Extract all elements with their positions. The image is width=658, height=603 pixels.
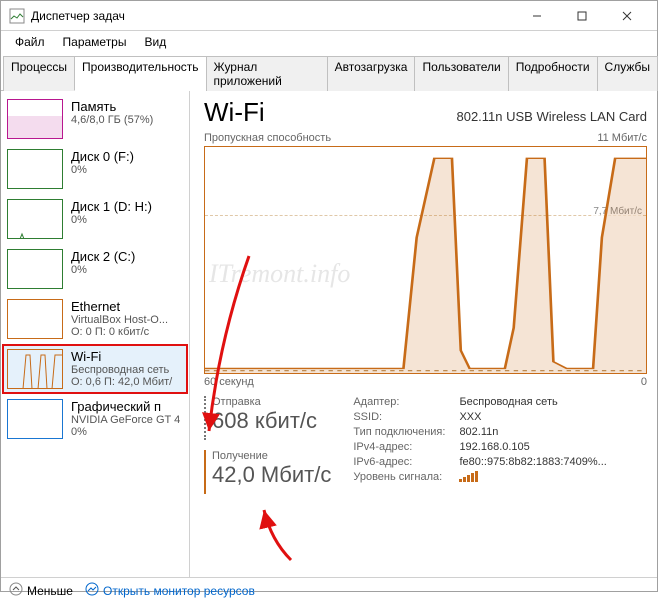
- menubar: Файл Параметры Вид: [1, 31, 657, 53]
- throughput-chart: 7,7 Мбит/с ITremont.info: [204, 146, 647, 374]
- maximize-button[interactable]: [559, 2, 604, 30]
- open-resource-monitor-link[interactable]: Открыть монитор ресурсов: [85, 582, 255, 599]
- tab-processes[interactable]: Процессы: [3, 56, 75, 91]
- tabs: Процессы Производительность Журнал прило…: [1, 55, 657, 91]
- stat-send: Отправка 608 кбит/с: [204, 396, 331, 440]
- fewer-details-button[interactable]: Меньше: [9, 582, 73, 599]
- menu-view[interactable]: Вид: [136, 33, 174, 51]
- tab-services[interactable]: Службы: [597, 56, 658, 91]
- app-icon: [9, 8, 25, 24]
- connection-info-grid: Адаптер:Беспроводная сеть SSID:XXX Тип п…: [353, 396, 607, 494]
- page-title: Wi-Fi: [204, 97, 265, 128]
- sidebar-item-wifi[interactable]: Wi-FiБеспроводная сетьО: 0,6 П: 42,0 Мби…: [3, 345, 187, 393]
- send-value: 608 кбит/с: [212, 408, 317, 434]
- tab-performance[interactable]: Производительность: [74, 56, 206, 91]
- menu-options[interactable]: Параметры: [55, 33, 135, 51]
- chart-label-max: 11 Мбит/с: [597, 132, 647, 144]
- mini-graph-wifi: [7, 349, 63, 389]
- sidebar-label: Память: [71, 99, 183, 114]
- tab-users[interactable]: Пользователи: [414, 56, 508, 91]
- monitor-icon: [85, 582, 99, 599]
- mini-graph-gpu: [7, 399, 63, 439]
- mini-graph-disk: [7, 249, 63, 289]
- sidebar-item-memory[interactable]: Память4,6/8,0 ГБ (57%): [3, 95, 187, 143]
- stat-receive: Получение 42,0 Мбит/с: [204, 450, 331, 494]
- chevron-up-icon: [9, 582, 23, 599]
- adapter-name: 802.11n USB Wireless LAN Card: [456, 109, 647, 124]
- sidebar-item-disk2[interactable]: Диск 2 (C:)0%: [3, 245, 187, 293]
- signal-strength-icon: [459, 471, 606, 485]
- send-marker: [204, 396, 206, 440]
- close-button[interactable]: [604, 2, 649, 30]
- main-panel: Wi-Fi 802.11n USB Wireless LAN Card Проп…: [190, 91, 657, 577]
- chart-label-throughput: Пропускная способность: [204, 132, 331, 144]
- sidebar-item-disk0[interactable]: Диск 0 (F:)0%: [3, 145, 187, 193]
- footer: Меньше Открыть монитор ресурсов: [1, 577, 657, 603]
- mini-graph-disk: [7, 149, 63, 189]
- mini-graph-disk: [7, 199, 63, 239]
- receive-marker: [204, 450, 206, 494]
- sidebar-item-ethernet[interactable]: EthernetVirtualBox Host-O...О: 0 П: 0 кб…: [3, 295, 187, 343]
- mini-graph-memory: [7, 99, 63, 139]
- tab-details[interactable]: Подробности: [508, 56, 598, 91]
- content: Память4,6/8,0 ГБ (57%) Диск 0 (F:)0% Дис…: [1, 91, 657, 577]
- chart-xaxis-left: 60 секунд: [204, 376, 254, 388]
- sidebar[interactable]: Память4,6/8,0 ГБ (57%) Диск 0 (F:)0% Дис…: [1, 91, 190, 577]
- menu-file[interactable]: Файл: [7, 33, 53, 51]
- window-title: Диспетчер задач: [31, 9, 514, 23]
- sidebar-item-disk1[interactable]: Диск 1 (D: H:)0%: [3, 195, 187, 243]
- mini-graph-ethernet: [7, 299, 63, 339]
- chart-xaxis-right: 0: [641, 376, 647, 388]
- tab-app-history[interactable]: Журнал приложений: [206, 56, 328, 91]
- tab-startup[interactable]: Автозагрузка: [327, 56, 416, 91]
- chart-svg: [205, 147, 646, 373]
- titlebar: Диспетчер задач: [1, 1, 657, 31]
- minimize-button[interactable]: [514, 2, 559, 30]
- receive-value: 42,0 Мбит/с: [212, 462, 331, 488]
- sidebar-item-gpu[interactable]: Графический пNVIDIA GeForce GT 40%: [3, 395, 187, 443]
